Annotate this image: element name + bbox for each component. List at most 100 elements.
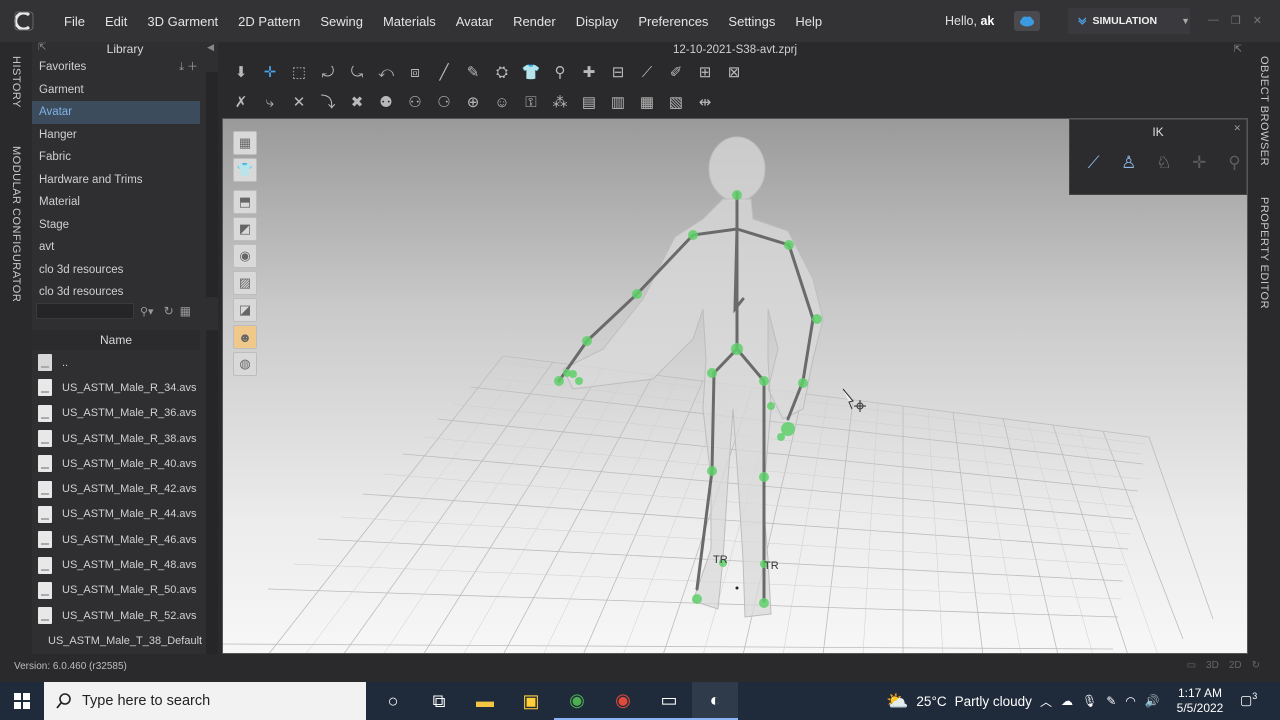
grid-view-icon[interactable]: ▦	[180, 304, 191, 318]
chrome-icon[interactable]: ◉	[554, 682, 600, 720]
view-3d-icon[interactable]: 3D	[1206, 660, 1219, 671]
ik-line-icon[interactable]: ⟋	[1082, 153, 1105, 175]
chevron-up-icon[interactable]: ︿	[1040, 693, 1052, 710]
file-list-item[interactable]: US_ASTM_Male_R_50.avs	[32, 578, 202, 603]
close-icon[interactable]: ✕	[1253, 14, 1262, 27]
menu-3d-garment[interactable]: 3D Garment	[137, 14, 228, 29]
file-list-item[interactable]: US_ASTM_Male_R_44.avs	[32, 502, 202, 527]
hide-icon[interactable]: ⚆	[433, 93, 455, 113]
select-move-icon[interactable]: ✛	[259, 63, 281, 83]
3d-viewport[interactable]: TR TR ▦ 👕 ⬒ ◩ ◉ ▨ ◪ ☻ ◍ ✕ IK ⟋ ♙ ♘ ✛ ⚲	[222, 118, 1248, 654]
shirt-icon[interactable]: 👕	[520, 63, 542, 83]
avatar-display-icon[interactable]: ▦	[233, 131, 257, 155]
file-list-item[interactable]: US_ASTM_Male_R_34.avs	[32, 375, 202, 400]
size-edit-icon[interactable]: ▤	[578, 93, 600, 113]
volume-icon[interactable]: 🔊	[1145, 694, 1160, 708]
add-point-icon[interactable]: ⊕	[462, 93, 484, 113]
ik-icon[interactable]: ✖	[346, 93, 368, 113]
eye-visibility-icon[interactable]: ◉	[233, 244, 257, 268]
notification-center-icon[interactable]: ▢3	[1240, 691, 1260, 711]
library-category[interactable]: Avatar	[32, 101, 200, 124]
file-list-item[interactable]: US_ASTM_Male_R_52.avs	[32, 603, 202, 628]
search-icon[interactable]: ⚲▾	[140, 305, 154, 318]
depth-icon[interactable]: ▧	[665, 93, 687, 113]
texture-icon[interactable]: ⊞	[694, 63, 716, 83]
maximize-icon[interactable]: ❐	[1231, 14, 1241, 27]
menu-settings[interactable]: Settings	[718, 14, 785, 29]
fold-arrangement-icon[interactable]: ⤾	[317, 63, 339, 83]
menu-avatar[interactable]: Avatar	[446, 14, 503, 29]
refresh-icon[interactable]: ↻	[164, 304, 174, 318]
minimize-icon[interactable]: —	[1208, 14, 1219, 27]
surface-measure-icon[interactable]: ⚇	[404, 93, 426, 113]
shirt-front-icon[interactable]: ⬒	[233, 190, 257, 214]
garment-fit-icon[interactable]: ⛭	[491, 63, 513, 83]
height-icon[interactable]: ▥	[607, 93, 629, 113]
library-category[interactable]: clo 3d resources	[32, 259, 200, 282]
file-list-item[interactable]: US_ASTM_Male_R_46.avs	[32, 527, 202, 552]
tack-icon[interactable]: ⚲	[549, 63, 571, 83]
cloud-sync-button[interactable]	[1014, 11, 1040, 31]
cortana-icon[interactable]: ○	[370, 682, 416, 720]
simulation-mode-button[interactable]: SIMULATION ▼	[1068, 8, 1190, 34]
library-category[interactable]: Material	[32, 191, 200, 214]
weather-widget[interactable]: ⛅ 25°C Partly cloudy	[886, 682, 1032, 720]
file-list-item[interactable]: US_ASTM_Male_T_38_Default	[32, 628, 202, 653]
collapse-icon[interactable]: ◀	[207, 42, 214, 53]
ik-joint-icon[interactable]: ♘	[1152, 153, 1175, 175]
library-category[interactable]: avt	[32, 236, 200, 259]
tab-object-browser[interactable]: OBJECT BROWSER	[1258, 56, 1270, 166]
task-view-icon[interactable]: ⧉	[416, 682, 462, 720]
menu-sewing[interactable]: Sewing	[310, 14, 373, 29]
files-scrollbar[interactable]	[206, 330, 218, 654]
file-list-item[interactable]: US_ASTM_Male_R_48.avs	[32, 552, 202, 577]
onedrive-icon[interactable]: ☁	[1061, 694, 1073, 708]
menu-file[interactable]: File	[54, 14, 95, 29]
x-ray-joint-icon[interactable]: ✕	[288, 93, 310, 113]
library-search-input[interactable]	[36, 303, 134, 319]
simulation-icon[interactable]: ⬇	[230, 63, 252, 83]
wifi-icon[interactable]: ◠	[1125, 694, 1135, 708]
move-split-icon[interactable]: ⇹	[694, 93, 716, 113]
select-mesh-box-icon[interactable]: ⬚	[288, 63, 310, 83]
ik-body-icon[interactable]: ♙	[1117, 153, 1140, 175]
edit-texture-icon[interactable]: ⊠	[723, 63, 745, 83]
avatar-show-icon[interactable]: ☻	[233, 325, 257, 349]
unfold-icon[interactable]: ⤺	[375, 63, 397, 83]
tape-icon[interactable]: ⟋	[636, 63, 658, 83]
file-list-item[interactable]: US_ASTM_Male_R_36.avs	[32, 401, 202, 426]
layout-icon[interactable]: ▭	[1187, 660, 1196, 671]
menu-display[interactable]: Display	[566, 14, 629, 29]
categories-scrollbar[interactable]	[206, 72, 218, 297]
menu-render[interactable]: Render	[503, 14, 566, 29]
clo3d-taskbar-icon[interactable]: ◐	[692, 682, 738, 720]
pin-icon[interactable]: ✚	[578, 63, 600, 83]
library-category[interactable]: clo 3d resources	[32, 281, 200, 304]
tab-history[interactable]: HISTORY	[10, 56, 22, 108]
library-category[interactable]: Favorites ⤓ ＋	[32, 56, 200, 79]
pattern-view-icon[interactable]: ▨	[233, 271, 257, 295]
start-button[interactable]	[0, 682, 44, 720]
menu-edit[interactable]: Edit	[95, 14, 137, 29]
flatten-icon[interactable]: ⧈	[404, 63, 426, 83]
microphone-icon[interactable]: 🎙	[1082, 694, 1097, 708]
library-category[interactable]: Fabric	[32, 146, 200, 169]
file-list-item[interactable]: US_ASTM_Male_R_42.avs	[32, 476, 202, 501]
dropdown-arrow-icon[interactable]: ▼	[1181, 16, 1190, 26]
texture-view-icon[interactable]: ◩	[233, 217, 257, 241]
store-icon[interactable]: ▣	[508, 682, 554, 720]
library-category[interactable]: Garment	[32, 79, 200, 102]
pencil-line-icon[interactable]: ╱	[433, 63, 455, 83]
clock[interactable]: 1:17 AM 5/5/2022	[1172, 686, 1228, 716]
menu-2d-pattern[interactable]: 2D Pattern	[228, 14, 310, 29]
globe-icon[interactable]: ◍	[233, 352, 257, 376]
file-list-item[interactable]: ..	[32, 350, 202, 375]
library-category[interactable]: Hardware and Trims	[32, 169, 200, 192]
file-list-item[interactable]: US_ASTM_Male_R_40.avs	[32, 451, 202, 476]
face-icon[interactable]: ☺	[491, 93, 513, 113]
name-column-header[interactable]: Name	[32, 330, 200, 350]
library-category[interactable]: Hanger	[32, 124, 200, 147]
expand-window-icon[interactable]: ⇱	[1234, 44, 1242, 55]
menu-help[interactable]: Help	[785, 14, 832, 29]
library-category[interactable]: Stage	[32, 214, 200, 237]
